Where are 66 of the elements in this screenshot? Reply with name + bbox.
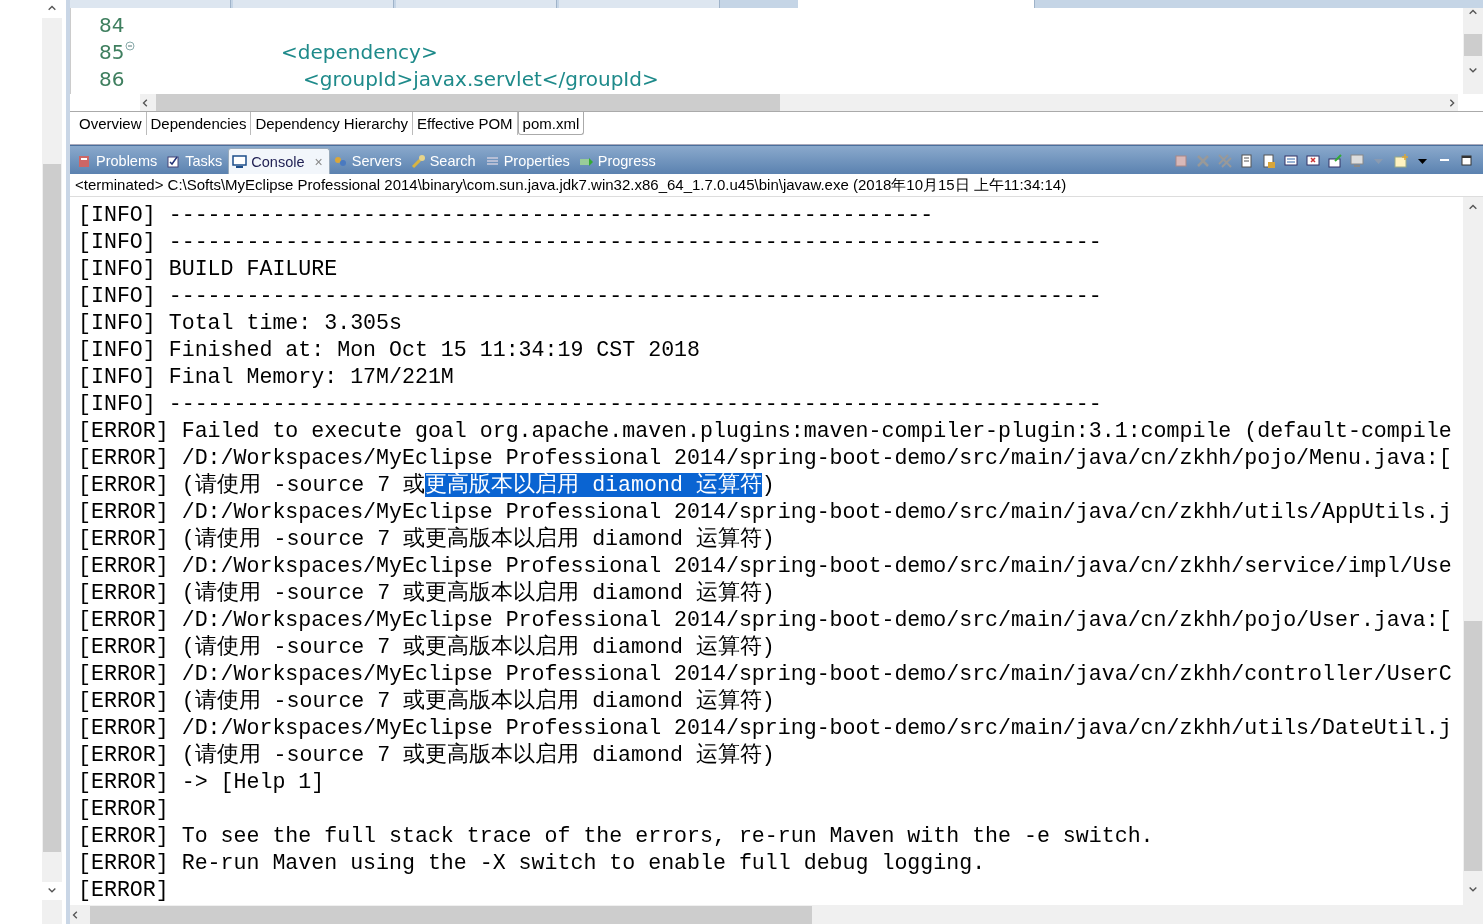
- console-line: [ERROR] (请使用 -source 7 或更高版本以启用 diamond 运算符): [78, 635, 775, 659]
- console-line: [ERROR] /D:/Workspaces/MyEclipse Professional 2014/spring-boot-demo/src/main/java/cn/zkhh/pojo/Menu.java:[: [78, 446, 1452, 470]
- console-line: [ERROR] /D:/Workspaces/MyEclipse Professional 2014/spring-boot-demo/src/main/java/cn/zkhh/service/impl/Use: [78, 554, 1452, 578]
- view-tab[interactable]: Console ×: [228, 148, 330, 174]
- vertical-scrollbar[interactable]: [1463, 197, 1483, 905]
- console-line: [INFO] ------------------------------------------------------------------------: [78, 284, 1102, 308]
- console-line: [ERROR] To see the full stack trace of the errors, re-run Maven with the -e switch.: [78, 824, 1154, 848]
- console-line: [INFO] ------------------------------------------------------------------------: [78, 230, 1102, 254]
- view-tab[interactable]: Progress: [575, 148, 662, 174]
- code-line: <dependency>: [280, 38, 438, 65]
- console-line: [ERROR]: [78, 878, 169, 902]
- console-line: [ERROR] (请使用 -source 7 或更高版本以启用 diamond 运算符): [78, 689, 775, 713]
- line-number: 85: [99, 38, 125, 65]
- console-line: [ERROR] (请使用 -source 7 或更高版本以启用 diamond 运算符): [78, 581, 775, 605]
- console-line: [INFO] Final Memory: 17M/221M: [78, 365, 454, 389]
- console-line: [ERROR] Re-run Maven using the -X switch to enable full debug logging.: [78, 851, 986, 875]
- code-line: <groupId>javax.servlet</groupId>: [302, 65, 659, 92]
- console-line: ): [761, 473, 775, 497]
- view-tab[interactable]: Servers: [329, 148, 408, 174]
- scrollbar-thumb[interactable]: [1464, 34, 1482, 56]
- stop-icon[interactable]: [1173, 153, 1189, 169]
- horizontal-scrollbar[interactable]: [140, 94, 1458, 111]
- console-line: [INFO] Total time: 3.305s: [78, 311, 402, 335]
- console-line: [ERROR] /D:/Workspaces/MyEclipse Professional 2014/spring-boot-demo/src/main/java/cn/zkhh/utils/DateUtil.j: [78, 716, 1452, 740]
- console-line: [ERROR] /D:/Workspaces/MyEclipse Professional 2014/spring-boot-demo/src/main/java/cn/zkhh/pojo/User.java:[: [78, 608, 1452, 632]
- view-tab[interactable]: Problems: [74, 148, 164, 174]
- console-list-icon[interactable]: [1283, 153, 1299, 169]
- console-line: [ERROR] (请使用 -source 7 或更高版本以启用 diamond 运算符): [78, 527, 775, 551]
- monitor-icon[interactable]: [1349, 153, 1365, 169]
- console-line: [ERROR] (请使用 -source 7 或更高版本以启用 diamond 运算符): [78, 743, 775, 767]
- line-number: 86: [99, 65, 125, 92]
- view-tab[interactable]: Tasks: [163, 148, 229, 174]
- scrollbar-thumb[interactable]: [90, 905, 812, 924]
- console-line: [ERROR] -> [Help 1]: [78, 770, 325, 794]
- vertical-scrollbar[interactable]: [42, 0, 62, 924]
- monitor-icon: [232, 154, 248, 169]
- clipboard-icon: [166, 153, 182, 169]
- console-cross-icon[interactable]: [1305, 153, 1321, 169]
- maximize-icon[interactable]: [1459, 153, 1475, 169]
- console-line: [INFO] BUILD FAILURE: [78, 257, 338, 281]
- console-line: [INFO] Finished at: Mon Oct 15 11:34:19 CST 2018: [78, 338, 700, 362]
- page-tab[interactable]: pom.xml: [517, 112, 585, 135]
- process-status: <terminated> C:\Softs\MyEclipse Professional 2014\binary\com.sun.java.jdk7.win32.x86_64_1.7.0.u45\bin\javaw.exe (2018年10月15日 上午11:34:14): [70, 174, 1483, 197]
- console-line: [ERROR] (请使用 -source 7 或: [78, 473, 426, 497]
- double-cross-icon[interactable]: [1217, 153, 1233, 169]
- console-line: [INFO] ------------------------------------------------------------------------: [78, 392, 1102, 416]
- scrollbar-thumb[interactable]: [43, 164, 61, 852]
- fold-toggle-icon[interactable]: [125, 40, 136, 51]
- lock-icon[interactable]: [1261, 153, 1277, 169]
- line-number: 84: [99, 11, 125, 38]
- console-line: [ERROR] /D:/Workspaces/MyEclipse Professional 2014/spring-boot-demo/src/main/java/cn/zkhh/utils/AppUtils.j: [78, 500, 1452, 524]
- horizontal-scrollbar[interactable]: [70, 905, 1483, 924]
- console-line: [ERROR] Failed to execute goal org.apache.maven.plugins:maven-compiler-plugin:3.1:compile (default-compile: [78, 419, 1452, 443]
- cross-icon[interactable]: [1195, 153, 1211, 169]
- console-line: [ERROR]: [78, 797, 169, 821]
- close-icon[interactable]: ×: [314, 153, 323, 170]
- scrollbar-thumb[interactable]: [1464, 621, 1482, 871]
- vertical-scrollbar[interactable]: [1463, 8, 1483, 94]
- scrollbar-thumb[interactable]: [156, 94, 780, 111]
- document-icon[interactable]: [1239, 153, 1255, 169]
- console-line: [INFO] -----------------------------------------------------------: [78, 203, 934, 227]
- selected-text: 更高版本以启用 diamond 运算符: [425, 473, 762, 497]
- new-folder-icon[interactable]: [1393, 153, 1409, 169]
- view-tab[interactable]: Search: [407, 148, 482, 174]
- view-tab[interactable]: Properties: [481, 148, 576, 174]
- console-line: [ERROR] /D:/Workspaces/MyEclipse Professional 2014/spring-boot-demo/src/main/java/cn/zkhh/controller/UserC: [78, 662, 1452, 686]
